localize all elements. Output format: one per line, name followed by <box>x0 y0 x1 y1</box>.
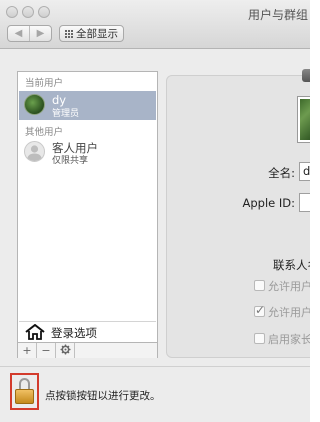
sidebar-toolbar: + − <box>18 342 157 358</box>
parental-controls-label: 启用家长 <box>268 333 310 346</box>
action-menu-button[interactable] <box>56 343 75 358</box>
gear-icon <box>60 344 71 358</box>
allow-user-label-1: 允许用户 <box>268 280 310 293</box>
window-title: 用户与群组 <box>247 8 308 22</box>
apple-id-button[interactable] <box>299 193 310 212</box>
checkmark-icon: ✓ <box>255 303 266 317</box>
parental-controls-checkbox[interactable] <box>254 333 265 344</box>
user-avatar-icon <box>24 94 45 115</box>
full-name-field[interactable]: d <box>299 162 310 181</box>
contacts-card-label: 联系人名 <box>273 258 310 272</box>
login-options-item[interactable]: 登录选项 <box>19 321 156 342</box>
user-role: 仅限共享 <box>52 156 89 166</box>
title-bar: 用户与群组 ◀ ▶ 全部显示 <box>0 0 310 49</box>
user-row-guest[interactable]: 客人用户 仅限共享 <box>19 138 156 167</box>
nav-buttons: ◀ ▶ <box>7 25 52 42</box>
back-button[interactable]: ◀ <box>8 26 29 41</box>
lock-button[interactable] <box>10 373 39 410</box>
login-options-label: 登录选项 <box>51 326 97 340</box>
footer-divider <box>0 366 310 367</box>
other-users-header: 其他用户 <box>25 127 64 138</box>
apple-id-label: Apple ID: <box>242 196 295 210</box>
show-all-button[interactable]: 全部显示 <box>59 25 124 42</box>
user-role: 管理员 <box>52 109 80 119</box>
user-row-dy[interactable]: dy 管理员 <box>19 91 156 120</box>
full-name-label: 全名: <box>268 166 295 180</box>
back-arrow-icon: ◀ <box>14 28 23 39</box>
current-users-header: 当前用户 <box>25 78 64 89</box>
users-sidebar: 当前用户 dy 管理员 其他用户 客人用户 仅限共享 登录选项 + − <box>17 71 158 358</box>
close-button[interactable] <box>6 6 18 18</box>
user-name: dy <box>52 93 67 107</box>
show-all-label: 全部显示 <box>76 28 118 40</box>
allow-user-checkbox-1[interactable] <box>254 280 265 291</box>
forward-arrow-icon: ▶ <box>36 28 45 39</box>
forward-button[interactable]: ▶ <box>29 26 51 41</box>
users-groups-window: 用户与群组 ◀ ▶ 全部显示 当前用户 dy 管理员 其他用户 客人用户 仅限共… <box>0 0 310 422</box>
password-tab-button[interactable] <box>302 69 310 82</box>
add-user-button[interactable]: + <box>18 343 37 358</box>
minimize-button[interactable] <box>22 6 34 18</box>
lock-instruction-text: 点按锁按钮以进行更改。 <box>45 390 161 402</box>
user-photo[interactable] <box>297 96 310 143</box>
home-icon <box>25 323 45 343</box>
zoom-button[interactable] <box>38 6 50 18</box>
allow-user-checkbox-2[interactable]: ✓ <box>254 303 266 317</box>
allow-user-label-2: 允许用户 <box>268 306 310 319</box>
grid-icon <box>65 29 73 38</box>
remove-user-button[interactable]: − <box>37 343 56 358</box>
guest-silhouette-icon <box>24 141 45 162</box>
